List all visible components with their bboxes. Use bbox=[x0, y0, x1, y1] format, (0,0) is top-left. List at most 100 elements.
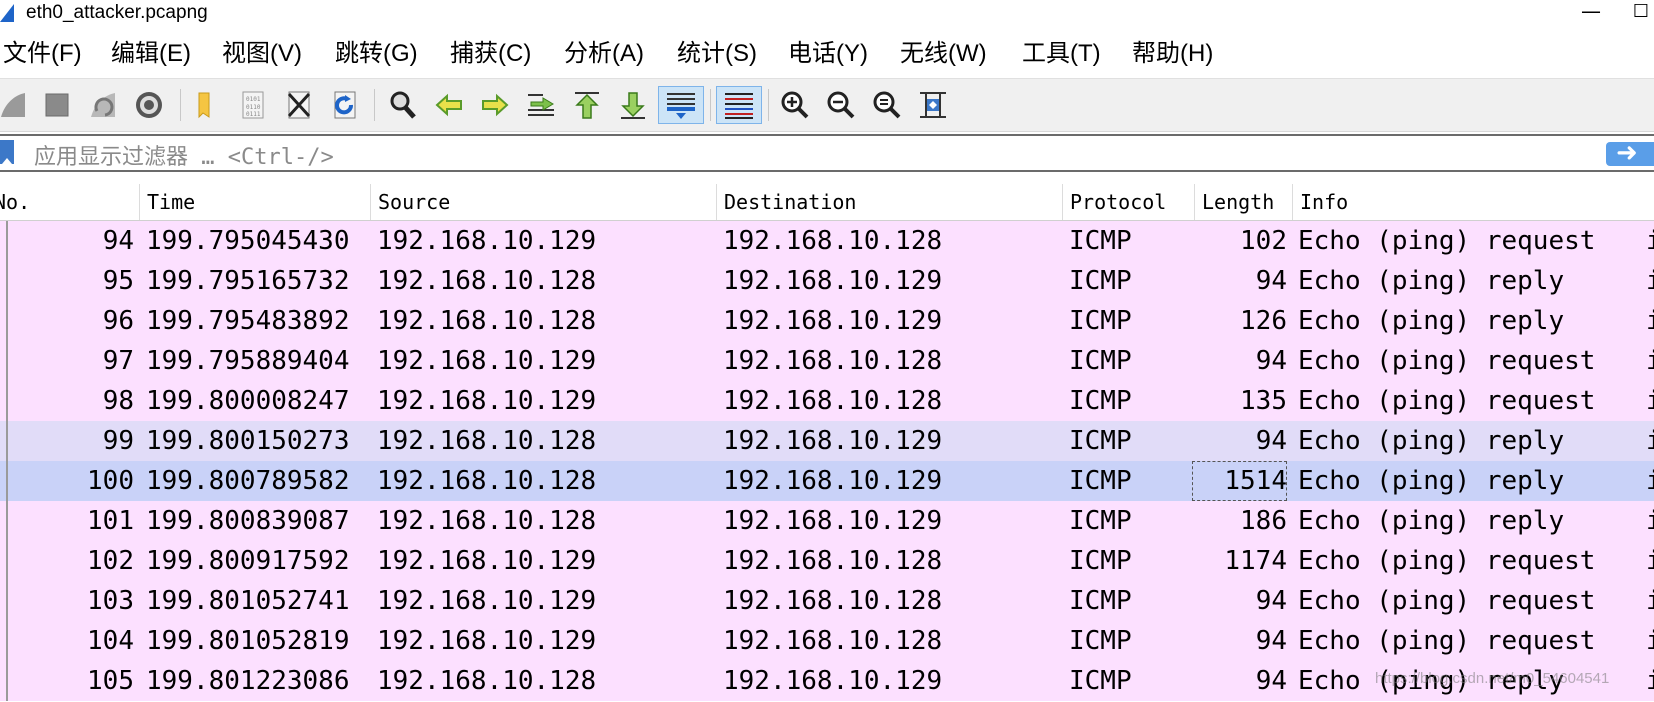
cell-length: 126 bbox=[1240, 306, 1287, 336]
cell-destination: 192.168.10.129 bbox=[723, 306, 943, 336]
display-filter-bar: 应用显示过滤器 … <Ctrl-/> bbox=[0, 134, 1654, 172]
packet-row[interactable]: 97 199.795889404 192.168.10.129 192.168.… bbox=[0, 341, 1654, 381]
cell-protocol: ICMP bbox=[1069, 506, 1132, 536]
packet-row[interactable]: 101 199.800839087 192.168.10.128 192.168… bbox=[0, 501, 1654, 541]
zoom-out-icon[interactable] bbox=[822, 86, 860, 124]
open-file-icon[interactable] bbox=[188, 86, 226, 124]
cell-info: Echo (ping) request bbox=[1298, 626, 1596, 656]
colorize-icon[interactable] bbox=[716, 86, 762, 124]
cell-protocol: ICMP bbox=[1069, 546, 1132, 576]
cell-time: 199.800839087 bbox=[146, 506, 350, 536]
cell-time: 199.800150273 bbox=[146, 426, 350, 456]
svg-text:0111: 0111 bbox=[246, 111, 261, 118]
menu-file[interactable]: 文件(F) bbox=[3, 34, 82, 74]
column-header-destination[interactable]: Destination bbox=[717, 184, 1063, 220]
zoom-normal-icon[interactable] bbox=[868, 86, 906, 124]
packet-row[interactable]: 99 199.800150273 192.168.10.128 192.168.… bbox=[0, 421, 1654, 461]
filter-bookmark-icon[interactable] bbox=[0, 140, 14, 164]
save-file-icon[interactable]: 0101 0110 0111 bbox=[234, 86, 272, 124]
column-header-no[interactable]: No. bbox=[0, 184, 140, 220]
cell-info: Echo (ping) reply bbox=[1298, 306, 1565, 336]
menu-capture[interactable]: 捕获(C) bbox=[450, 34, 531, 74]
svg-text:0101: 0101 bbox=[246, 96, 261, 103]
cell-protocol: ICMP bbox=[1069, 426, 1132, 456]
menu-statistics[interactable]: 统计(S) bbox=[677, 34, 757, 74]
cell-no: 97 bbox=[102, 346, 134, 376]
menu-wireless[interactable]: 无线(W) bbox=[900, 34, 987, 74]
packet-row-selected[interactable]: 100 199.800789582 192.168.10.128 192.168… bbox=[0, 461, 1654, 501]
watermark: https://blog.csdn.net/m0_54604541 bbox=[1375, 670, 1610, 687]
wireshark-fin-icon bbox=[0, 4, 14, 22]
go-to-packet-icon[interactable] bbox=[522, 86, 560, 124]
menu-go[interactable]: 跳转(G) bbox=[335, 34, 418, 74]
column-header-length[interactable]: Length bbox=[1195, 184, 1293, 220]
menu-edit[interactable]: 编辑(E) bbox=[111, 34, 191, 74]
go-last-icon[interactable] bbox=[614, 86, 652, 124]
packet-row[interactable]: 102 199.800917592 192.168.10.129 192.168… bbox=[0, 541, 1654, 581]
toolbar-separator bbox=[710, 89, 711, 121]
column-header-protocol[interactable]: Protocol bbox=[1063, 184, 1195, 220]
packet-list-header: No. Time Source Destination Protocol Len… bbox=[0, 184, 1654, 221]
menu-view[interactable]: 视图(V) bbox=[222, 34, 302, 74]
cell-no: 96 bbox=[102, 306, 134, 336]
toolbar-separator bbox=[374, 89, 375, 121]
apply-filter-button[interactable] bbox=[1606, 138, 1654, 168]
cell-source: 192.168.10.129 bbox=[377, 546, 597, 576]
packet-row[interactable]: 98 199.800008247 192.168.10.129 192.168.… bbox=[0, 381, 1654, 421]
packet-row[interactable]: 104 199.801052819 192.168.10.129 192.168… bbox=[0, 621, 1654, 661]
start-capture-icon[interactable] bbox=[0, 86, 32, 124]
capture-options-icon[interactable] bbox=[130, 86, 168, 124]
go-first-icon[interactable] bbox=[568, 86, 606, 124]
go-forward-icon[interactable] bbox=[476, 86, 514, 124]
close-file-icon[interactable] bbox=[280, 86, 318, 124]
cell-destination: 192.168.10.129 bbox=[723, 426, 943, 456]
restart-capture-icon[interactable] bbox=[84, 86, 122, 124]
autoscroll-icon[interactable] bbox=[658, 86, 704, 124]
menu-telephony[interactable]: 电话(Y) bbox=[788, 34, 868, 74]
cell-length: 102 bbox=[1240, 226, 1287, 256]
cell-destination: 192.168.10.129 bbox=[723, 666, 943, 696]
column-header-info[interactable]: Info bbox=[1293, 184, 1654, 220]
cell-info: Echo (ping) reply bbox=[1298, 266, 1565, 296]
cell-no: 100 bbox=[87, 466, 134, 496]
cell-no: 95 bbox=[102, 266, 134, 296]
resize-columns-icon[interactable] bbox=[914, 86, 952, 124]
cell-no: 104 bbox=[87, 626, 134, 656]
cell-protocol: ICMP bbox=[1069, 346, 1132, 376]
cell-protocol: ICMP bbox=[1069, 586, 1132, 616]
packet-row[interactable]: 94 199.795045430 192.168.10.129 192.168.… bbox=[0, 221, 1654, 261]
minimize-button[interactable]: — bbox=[1574, 0, 1608, 26]
go-back-icon[interactable] bbox=[430, 86, 468, 124]
display-filter-input[interactable] bbox=[20, 136, 1600, 170]
cell-info-overflow: i bbox=[1646, 626, 1654, 656]
cell-time: 199.795483892 bbox=[146, 306, 350, 336]
packet-list: 94 199.795045430 192.168.10.129 192.168.… bbox=[0, 221, 1654, 702]
cell-protocol: ICMP bbox=[1069, 626, 1132, 656]
column-header-time[interactable]: Time bbox=[140, 184, 371, 220]
stop-capture-icon[interactable] bbox=[38, 86, 76, 124]
cell-length: 1174 bbox=[1224, 546, 1287, 576]
menu-tools[interactable]: 工具(T) bbox=[1022, 34, 1101, 74]
maximize-button[interactable]: ☐ bbox=[1628, 0, 1654, 26]
cell-time: 199.800008247 bbox=[146, 386, 350, 416]
cell-protocol: ICMP bbox=[1069, 666, 1132, 696]
reload-file-icon[interactable] bbox=[326, 86, 364, 124]
column-header-source[interactable]: Source bbox=[371, 184, 717, 220]
cell-info-overflow: i bbox=[1646, 546, 1654, 576]
cell-info-overflow: i bbox=[1646, 666, 1654, 696]
cell-source: 192.168.10.129 bbox=[377, 346, 597, 376]
cell-protocol: ICMP bbox=[1069, 226, 1132, 256]
zoom-in-icon[interactable] bbox=[776, 86, 814, 124]
cell-length: 94 bbox=[1255, 586, 1287, 616]
find-packet-icon[interactable] bbox=[384, 86, 422, 124]
packet-row[interactable]: 103 199.801052741 192.168.10.129 192.168… bbox=[0, 581, 1654, 621]
packet-row[interactable]: 95 199.795165732 192.168.10.128 192.168.… bbox=[0, 261, 1654, 301]
cell-length: 186 bbox=[1240, 506, 1287, 536]
cell-time: 199.800789582 bbox=[146, 466, 350, 496]
cell-protocol: ICMP bbox=[1069, 306, 1132, 336]
cell-protocol: ICMP bbox=[1069, 266, 1132, 296]
packet-row[interactable]: 96 199.795483892 192.168.10.128 192.168.… bbox=[0, 301, 1654, 341]
menu-analyze[interactable]: 分析(A) bbox=[564, 34, 644, 74]
cell-info: Echo (ping) request bbox=[1298, 346, 1596, 376]
menu-help[interactable]: 帮助(H) bbox=[1132, 34, 1213, 74]
